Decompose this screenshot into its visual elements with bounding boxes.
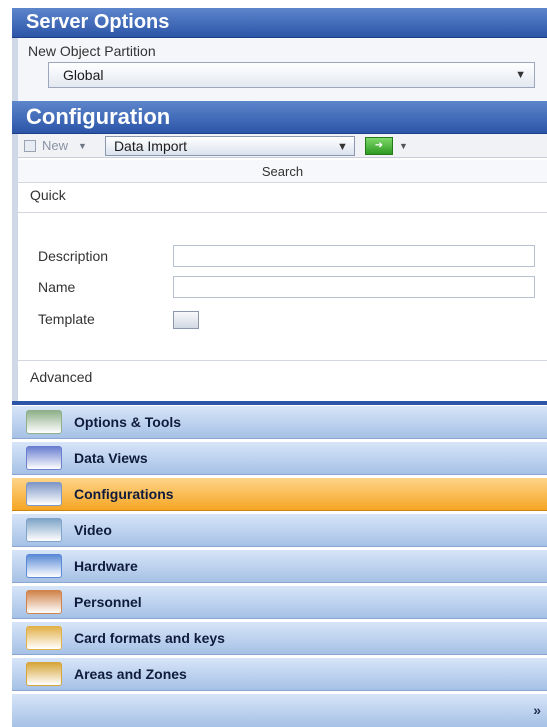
nav-item-areas-zones[interactable]: Areas and Zones: [12, 657, 547, 691]
nav-item-personnel[interactable]: Personnel: [12, 585, 547, 619]
nav-item-label: Hardware: [74, 558, 138, 574]
nav-item-label: Data Views: [74, 450, 148, 466]
object-type-value: Data Import: [113, 137, 188, 154]
configuration-header[interactable]: Configuration: [12, 101, 547, 134]
search-label: Search: [261, 163, 304, 179]
nav-item-video[interactable]: Video: [12, 513, 547, 547]
new-button-label: New: [42, 138, 69, 153]
nav-item-hardware[interactable]: Hardware: [12, 549, 547, 583]
configuration-icon: [26, 482, 62, 506]
chevron-down-icon[interactable]: »: [533, 702, 541, 718]
go-button[interactable]: ➜: [364, 136, 393, 155]
nav-footer: »: [12, 693, 547, 727]
nav-item-card-formats[interactable]: Card formats and keys: [12, 621, 547, 655]
quick-section-label[interactable]: Quick: [30, 187, 66, 203]
name-label: Name: [38, 279, 76, 295]
new-dropdown-icon[interactable]: ▼: [78, 141, 87, 151]
configuration-toolbar: New ▼ Data Import ▼ ➜ ▼: [18, 134, 547, 158]
nav-item-label: Personnel: [74, 594, 142, 610]
nav-item-label: Video: [74, 522, 112, 538]
nav-item-options-tools[interactable]: Options & Tools: [12, 405, 547, 439]
personnel-icon: [26, 590, 62, 614]
description-field[interactable]: [173, 245, 535, 267]
chevron-down-icon: ▼: [337, 140, 348, 153]
divider: [18, 182, 547, 183]
server-options-header[interactable]: Server Options: [12, 8, 547, 38]
go-arrow-icon: ➜: [374, 140, 384, 151]
partition-label: New Object Partition: [28, 43, 156, 59]
nav-item-label: Card formats and keys: [74, 630, 225, 646]
nav-item-label: Areas and Zones: [74, 666, 187, 682]
hardware-icon: [26, 554, 62, 578]
nav-item-configurations[interactable]: Configurations: [12, 477, 547, 511]
nav-item-data-views[interactable]: Data Views: [12, 441, 547, 475]
left-rail: [12, 38, 18, 403]
new-icon: [24, 139, 36, 152]
template-select[interactable]: [173, 311, 199, 329]
partition-select[interactable]: Global ▼: [48, 62, 535, 88]
nav-item-label: Configurations: [74, 486, 174, 502]
divider: [18, 360, 547, 361]
partition-select-value: Global: [63, 67, 104, 83]
description-label: Description: [38, 248, 109, 264]
chevron-down-icon: ▼: [515, 69, 526, 81]
new-button[interactable]: New ▼: [18, 138, 93, 153]
video-camera-icon: [26, 518, 62, 542]
search-button[interactable]: Search: [18, 160, 547, 182]
divider: [18, 212, 547, 213]
areas-icon: [26, 662, 62, 686]
template-label: Template: [38, 311, 95, 327]
object-type-select[interactable]: Data Import ▼: [104, 135, 355, 156]
nav-item-label: Options & Tools: [74, 414, 182, 430]
name-field[interactable]: [173, 276, 535, 298]
go-dropdown-icon[interactable]: ▼: [399, 141, 408, 151]
server-options-title: Server Options: [26, 11, 170, 33]
advanced-section-label[interactable]: Advanced: [30, 369, 92, 385]
card-formats-icon: [26, 626, 62, 650]
data-views-icon: [26, 446, 62, 470]
server-options-body: New Object Partition Global ▼: [18, 38, 547, 101]
configuration-title: Configuration: [26, 104, 171, 129]
tools-icon: [26, 410, 62, 434]
